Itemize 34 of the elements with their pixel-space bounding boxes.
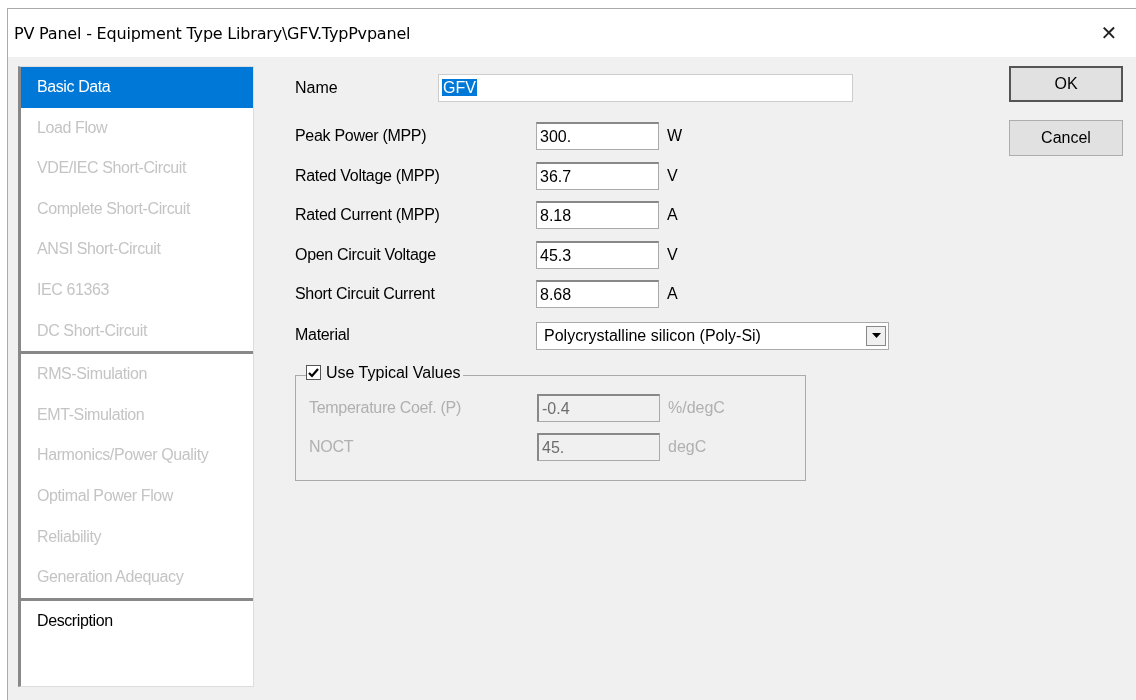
checkmark-icon bbox=[308, 367, 319, 378]
field-label: Open Circuit Voltage bbox=[295, 245, 437, 264]
unit-label: W bbox=[666, 127, 684, 145]
close-button[interactable]: ✕ bbox=[1086, 13, 1132, 53]
field-label: Temperature Coef. (P) bbox=[309, 398, 462, 417]
field-label: Material bbox=[295, 325, 351, 344]
checkbox[interactable]: Use Typical Values bbox=[306, 363, 463, 382]
unit-label: %/degC bbox=[667, 398, 726, 417]
field-label: Rated Current (MPP) bbox=[295, 206, 441, 224]
field-label: Peak Power (MPP) bbox=[295, 127, 428, 145]
input-field: -0.4 bbox=[537, 393, 660, 422]
input-field[interactable]: 300. bbox=[536, 122, 659, 150]
field-label: Name bbox=[295, 79, 339, 97]
dialog-button[interactable]: Cancel bbox=[1009, 120, 1123, 156]
unit-label: degC bbox=[667, 437, 708, 456]
field-label: NOCT bbox=[309, 437, 355, 456]
unit-label: V bbox=[666, 245, 679, 264]
input-field: 45. bbox=[537, 432, 660, 461]
sidebar-item[interactable]: Basic Data bbox=[21, 67, 253, 108]
unit-label: A bbox=[666, 285, 679, 303]
unit-label: V bbox=[666, 166, 679, 185]
dialog-button[interactable]: OK bbox=[1009, 66, 1123, 102]
material-dropdown[interactable]: Polycrystalline silicon (Poly-Si) bbox=[536, 321, 889, 350]
dropdown-arrow-icon bbox=[871, 333, 881, 338]
window-title: PV Panel - Equipment Type Library\GFV.TypPvpanel bbox=[14, 23, 411, 43]
field-label: Short Circuit Current bbox=[295, 285, 436, 303]
input-field[interactable]: 8.68 bbox=[536, 280, 659, 308]
name-field[interactable]: GFV bbox=[438, 74, 853, 102]
input-field[interactable]: 8.18 bbox=[536, 201, 659, 229]
unit-label: A bbox=[666, 206, 679, 224]
input-field[interactable]: 45.3 bbox=[536, 240, 659, 269]
input-field[interactable]: 36.7 bbox=[536, 161, 659, 190]
sidebar-item[interactable]: Description bbox=[21, 600, 253, 642]
field-label: Rated Voltage (MPP) bbox=[295, 166, 441, 185]
